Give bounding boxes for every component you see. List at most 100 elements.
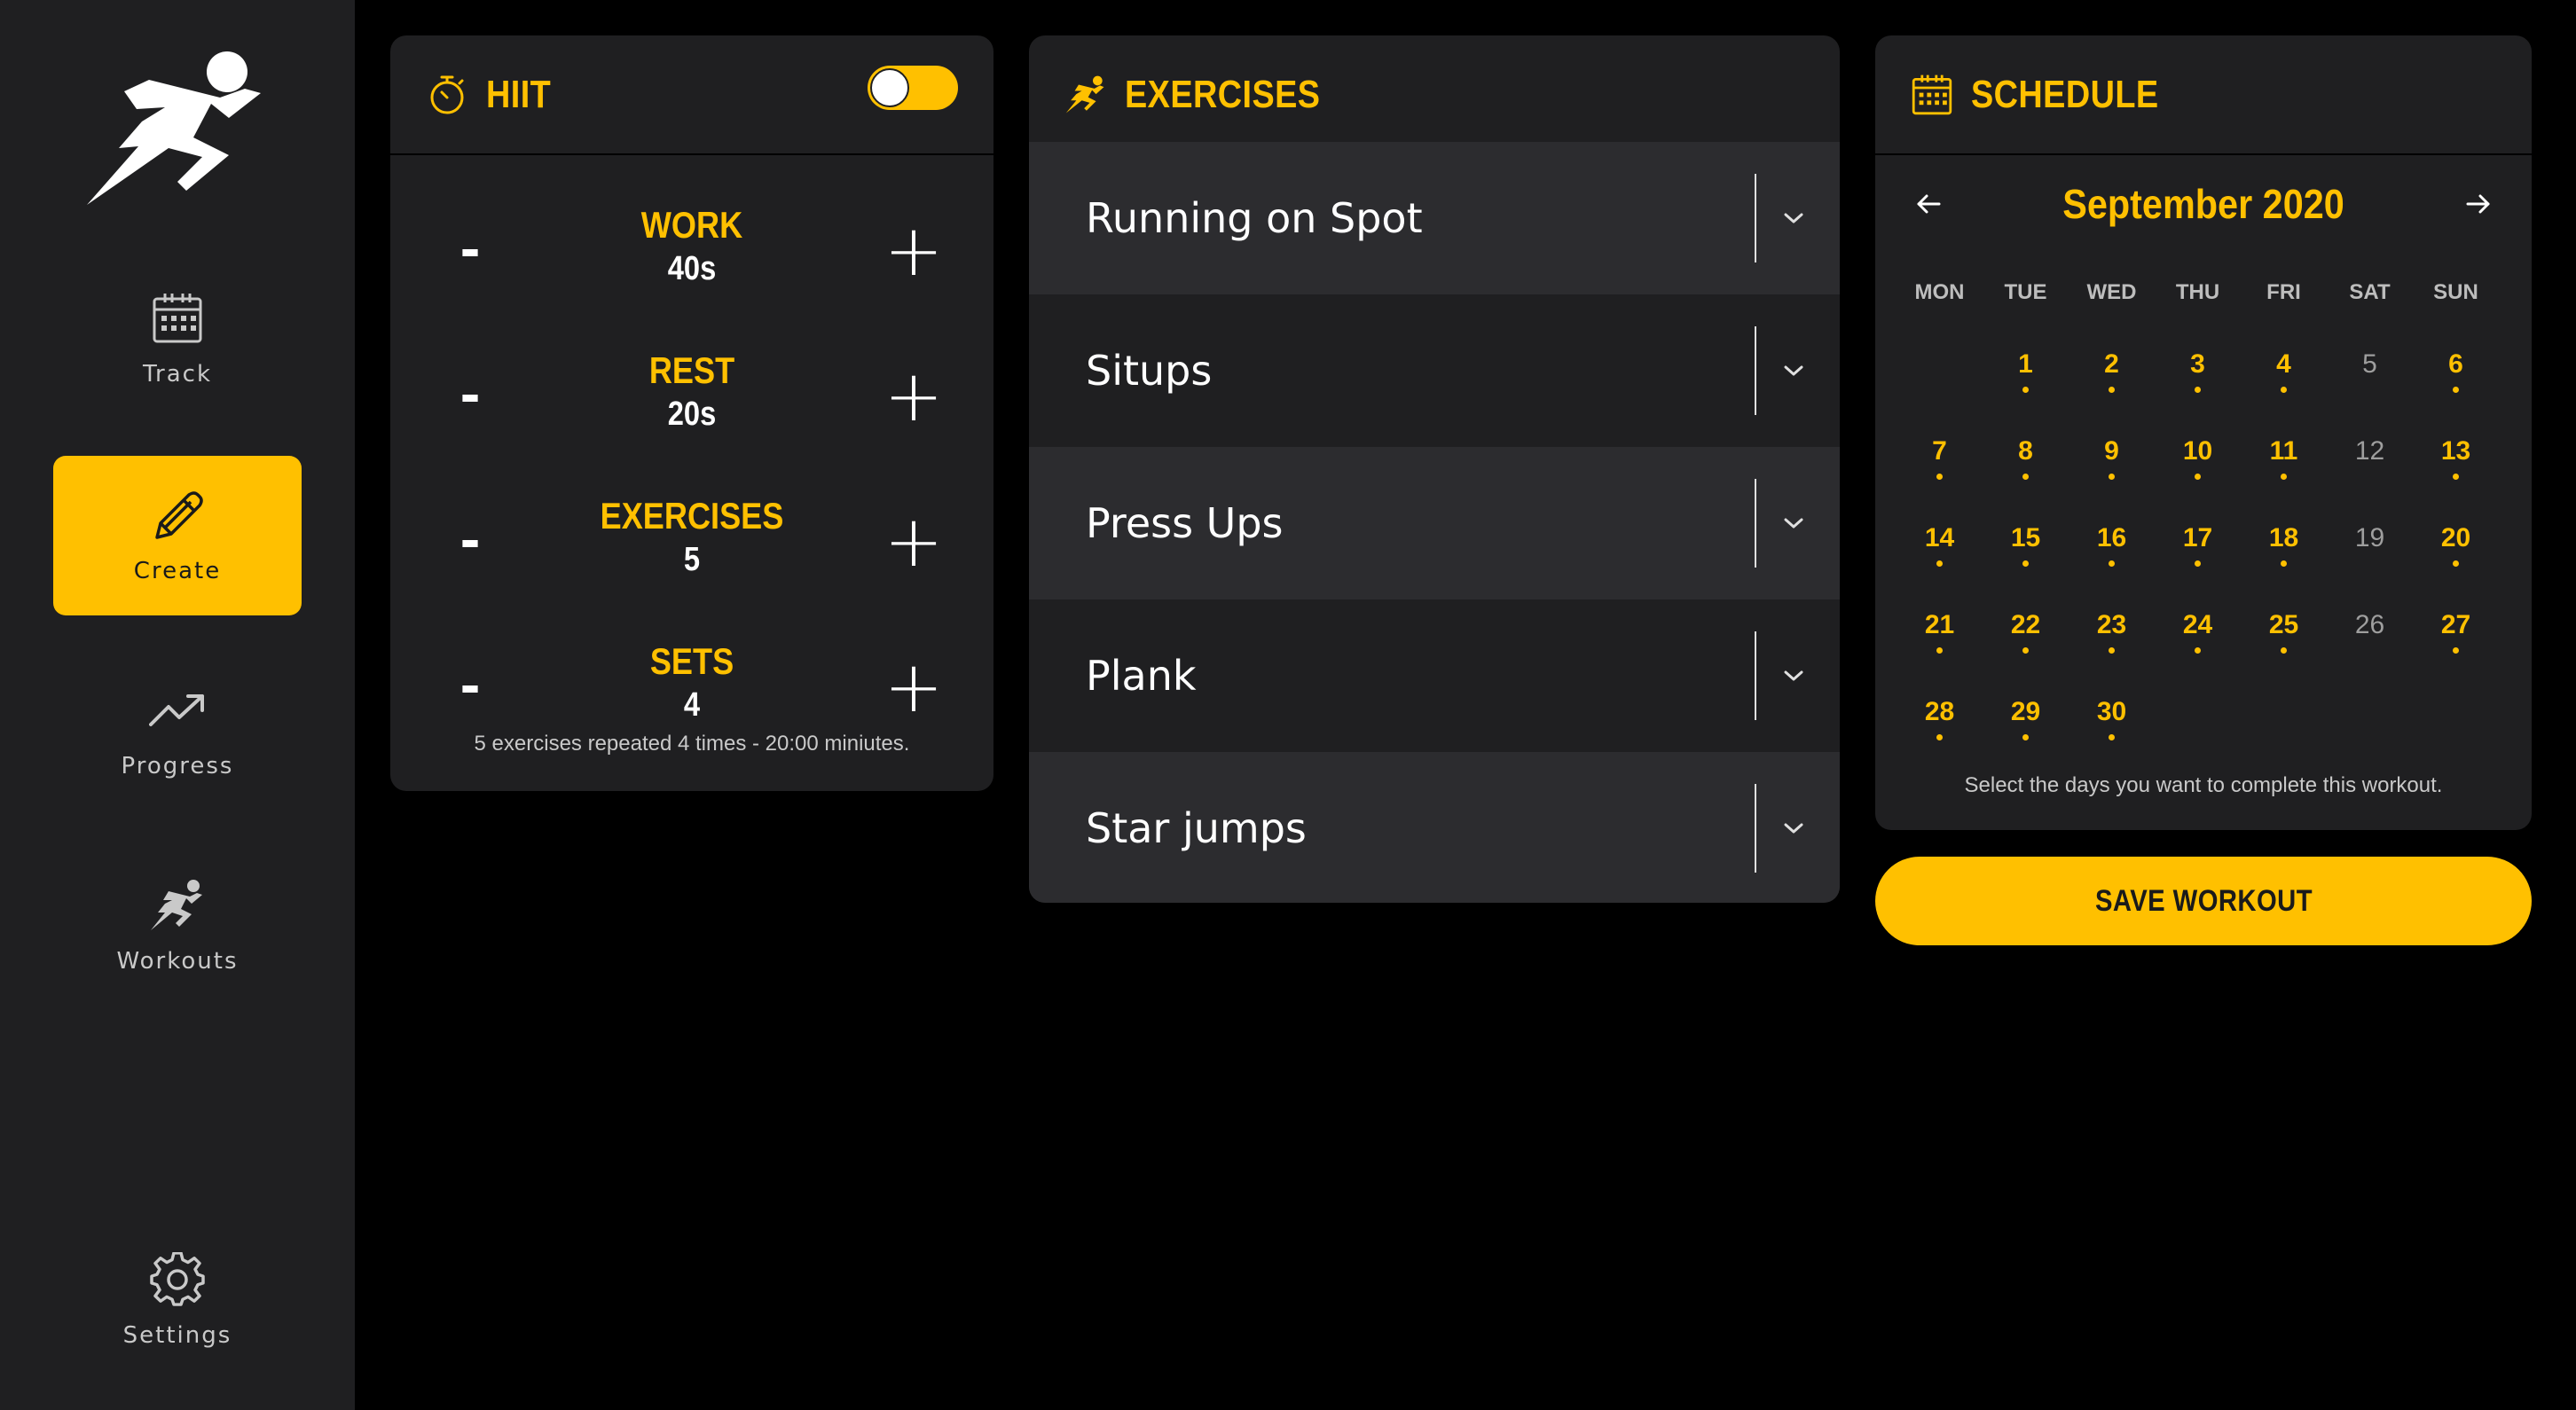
calendar-day[interactable]: 17 (2155, 523, 2241, 610)
calendar-day-number: 10 (2182, 436, 2213, 466)
selected-dot (2109, 560, 2115, 567)
selected-dot (2453, 647, 2459, 654)
sidebar-item-label: Create (133, 558, 222, 584)
chevron-down-icon[interactable] (1772, 502, 1815, 544)
selected-dot (2195, 387, 2201, 393)
calendar-day[interactable]: 18 (2241, 523, 2327, 610)
calendar-day[interactable]: 9 (2069, 436, 2155, 523)
calendar-day[interactable]: 27 (2413, 610, 2499, 697)
sidebar-item-track[interactable]: Track (53, 259, 302, 419)
calendar-day-number: 19 (2354, 523, 2385, 552)
rest-plus-button[interactable]: + (878, 355, 949, 437)
exercise-item[interactable]: Situps (1029, 294, 1840, 447)
calendar-day[interactable]: 15 (1983, 523, 2069, 610)
calendar-day-number: 24 (2182, 610, 2213, 639)
sidebar-item-label: Workouts (116, 948, 239, 975)
calendar-day[interactable]: 30 (2069, 697, 2155, 784)
selected-dot (2022, 647, 2029, 654)
running-figure-logo[interactable] (87, 49, 270, 214)
calendar-day[interactable]: 26 (2327, 610, 2413, 697)
selected-dot (2453, 474, 2459, 480)
weekday-label: MON (1914, 280, 1965, 304)
calendar-day[interactable]: 20 (2413, 523, 2499, 610)
schedule-header: SCHEDULE (1875, 35, 2532, 155)
calendar-day[interactable]: 10 (2155, 436, 2241, 523)
selected-dot (1936, 474, 1943, 480)
work-value: 40s (667, 250, 717, 287)
calendar-day[interactable]: 25 (2241, 610, 2327, 697)
sets-minus-button[interactable]: - (435, 651, 506, 722)
calendar-day[interactable]: 21 (1897, 610, 1983, 697)
selected-dot (2109, 734, 2115, 740)
work-label: WORK (640, 204, 743, 246)
weekday-label: SUN (2433, 280, 2478, 304)
calendar-day[interactable]: 16 (2069, 523, 2155, 610)
calendar-day-number: 26 (2354, 610, 2385, 639)
calendar-day[interactable]: 23 (2069, 610, 2155, 697)
calendar-day-number: 12 (2354, 436, 2385, 466)
selected-dot (2022, 387, 2029, 393)
calendar-day[interactable]: 7 (1897, 436, 1983, 523)
exercises-value: 5 (683, 541, 701, 578)
pencil-icon (149, 487, 206, 544)
calendar-day[interactable]: 19 (2327, 523, 2413, 610)
sidebar-item-create[interactable]: Create (53, 456, 302, 615)
exercise-item[interactable]: Star jumps (1029, 752, 1840, 903)
chevron-down-icon[interactable] (1772, 807, 1815, 850)
calendar-day[interactable]: 24 (2155, 610, 2241, 697)
calendar-day[interactable]: 3 (2155, 349, 2241, 436)
calendar-day[interactable]: 2 (2069, 349, 2155, 436)
calendar-day-number: 27 (2440, 610, 2471, 639)
calendar-day[interactable]: 4 (2241, 349, 2327, 436)
work-plus-button[interactable]: + (878, 209, 949, 292)
calendar-day-number: 3 (2190, 349, 2205, 379)
calendar-day-number: 9 (2104, 436, 2119, 466)
work-minus-button[interactable]: - (435, 215, 506, 286)
sets-plus-button[interactable]: + (878, 646, 949, 728)
calendar-day[interactable]: 22 (1983, 610, 2069, 697)
chevron-down-icon[interactable] (1772, 349, 1815, 392)
calendar-day[interactable]: 14 (1897, 523, 1983, 610)
chevron-down-icon[interactable] (1772, 197, 1815, 239)
calendar-day-number: 14 (1924, 523, 1955, 552)
arrow-right-icon[interactable] (2452, 177, 2505, 231)
stopwatch-icon (426, 74, 468, 116)
toggle-knob (870, 68, 909, 107)
calendar-day[interactable]: 13 (2413, 436, 2499, 523)
calendar-day[interactable]: 5 (2327, 349, 2413, 436)
exercises-minus-button[interactable]: - (435, 505, 506, 576)
save-workout-button[interactable]: SAVE WORKOUT (1875, 857, 2532, 945)
runner-icon (1064, 74, 1107, 116)
calendar-day[interactable]: 29 (1983, 697, 2069, 784)
calendar-day-number: 8 (2018, 436, 2033, 466)
exercise-item[interactable]: Press Ups (1029, 447, 1840, 599)
calendar-day[interactable]: 1 (1983, 349, 2069, 436)
chevron-down-icon[interactable] (1772, 654, 1815, 697)
divider (1755, 326, 1756, 415)
hiit-card: HIIT - WORK 40s + - REST 20s + - EXERCIS… (390, 35, 993, 791)
runner-icon (149, 877, 206, 934)
calendar-day[interactable]: 11 (2241, 436, 2327, 523)
exercises-plus-button[interactable]: + (878, 500, 949, 583)
hiit-header: HIIT (390, 35, 993, 155)
sidebar-item-workouts[interactable]: Workouts (53, 846, 302, 1006)
divider (1755, 479, 1756, 568)
sidebar-item-progress[interactable]: Progress (53, 651, 302, 811)
exercise-item[interactable]: Running on Spot (1029, 142, 1840, 294)
sets-label: SETS (649, 640, 734, 682)
save-workout-label: SAVE WORKOUT (2094, 883, 2313, 918)
sidebar-item-settings[interactable]: Settings (53, 1220, 302, 1380)
exercise-item[interactable]: Plank (1029, 599, 1840, 752)
calendar-day[interactable]: 6 (2413, 349, 2499, 436)
schedule-card: SCHEDULE September 2020 MON TUE WED THU FRI S… (1875, 35, 2532, 830)
calendar-day-number: 23 (2096, 610, 2127, 639)
hiit-toggle[interactable] (868, 66, 958, 110)
sidebar: Track Create Progress Workouts Settings (0, 0, 355, 1410)
selected-dot (2109, 474, 2115, 480)
hiit-title: HIIT (486, 72, 552, 116)
rest-minus-button[interactable]: - (435, 360, 506, 431)
calendar-day[interactable]: 12 (2327, 436, 2413, 523)
weekday-label: SAT (2349, 280, 2391, 304)
calendar-day[interactable]: 28 (1897, 697, 1983, 784)
calendar-day[interactable]: 8 (1983, 436, 2069, 523)
